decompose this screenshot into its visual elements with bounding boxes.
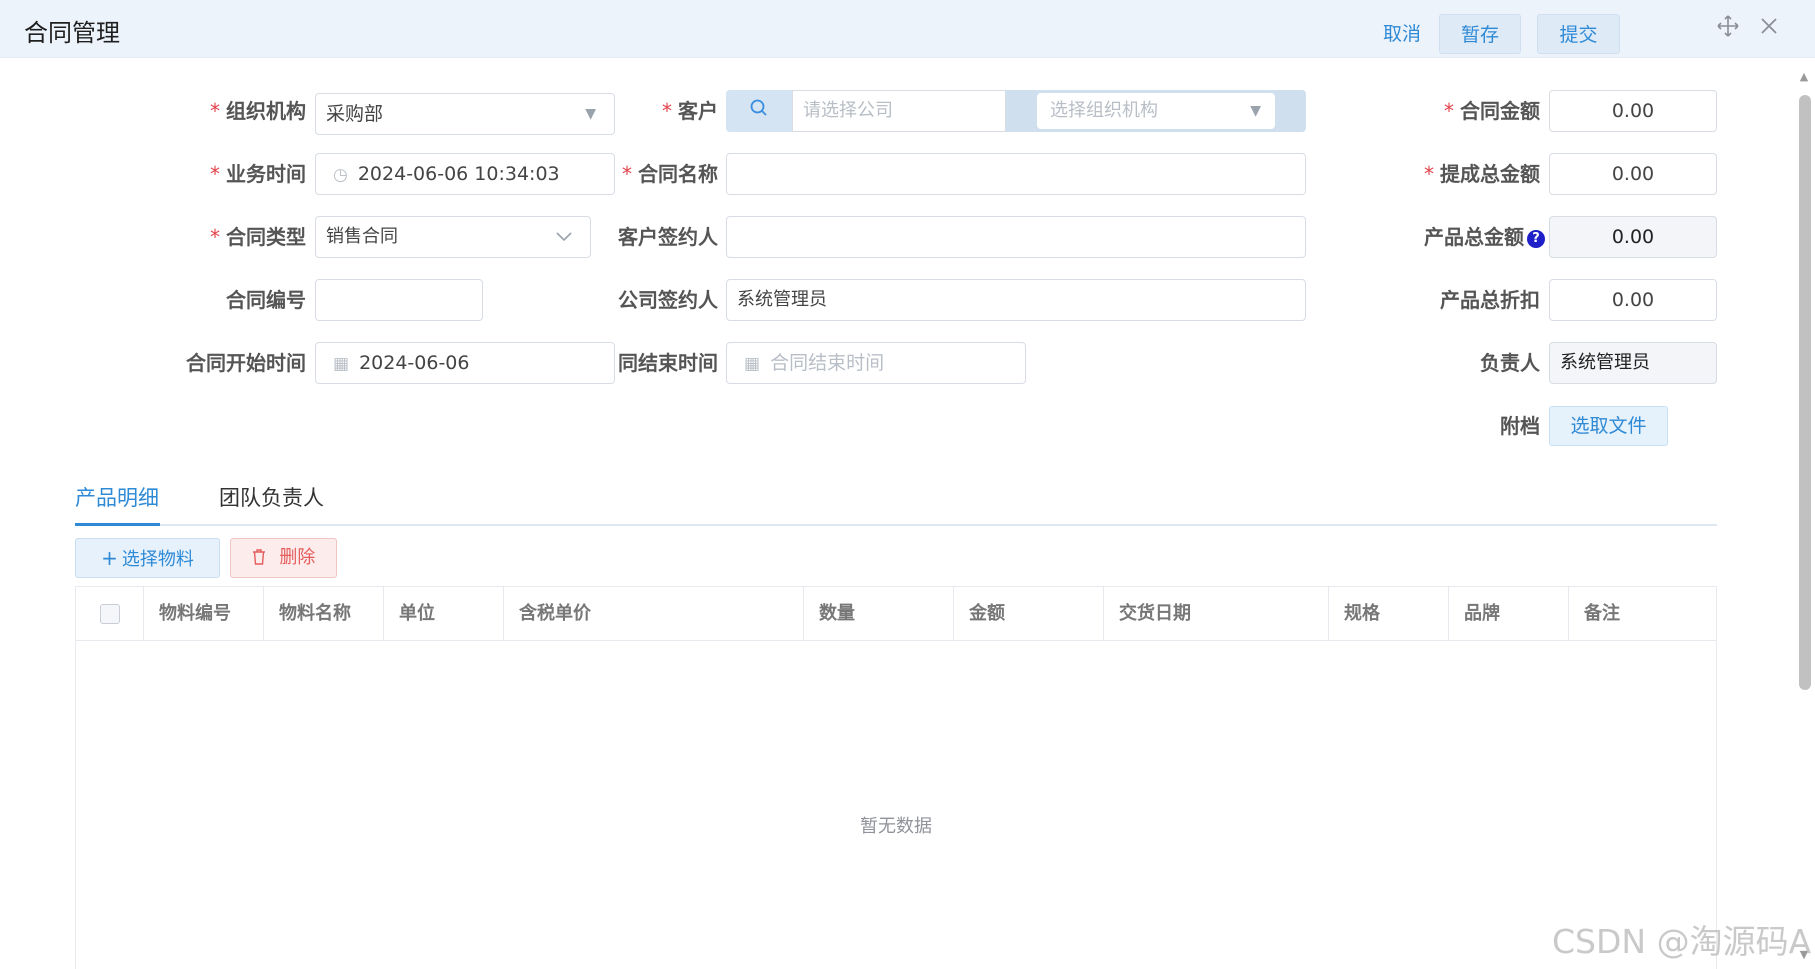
- customer-org-select[interactable]: 选择组织机构 ▼: [1037, 93, 1275, 129]
- contract-amount-label: * 合同金额: [1444, 99, 1540, 123]
- commission-total-label: * 提成总金额: [1424, 162, 1540, 186]
- search-icon[interactable]: [726, 90, 792, 132]
- company-signer-input[interactable]: 系统管理员: [726, 279, 1306, 321]
- caret-down-icon: ▼: [585, 106, 596, 122]
- dialog-header: 合同管理 取消 暂存 提交: [0, 0, 1815, 58]
- customer-signer-input[interactable]: [726, 216, 1306, 258]
- customer-label: * 客户: [662, 99, 718, 123]
- save-draft-button[interactable]: 暂存: [1439, 14, 1521, 54]
- active-tab-indicator: [75, 523, 160, 526]
- end-time-picker[interactable]: ▦ 合同结束时间: [726, 342, 1026, 384]
- contract-amount-input[interactable]: 0.00: [1549, 90, 1717, 132]
- close-icon[interactable]: [1754, 14, 1784, 44]
- contract-type-label: * 合同类型: [210, 225, 306, 249]
- end-time-label: 同结束时间: [618, 351, 718, 375]
- move-icon[interactable]: [1713, 14, 1743, 44]
- product-total-value: 0.00: [1549, 216, 1717, 258]
- scrollbar-thumb[interactable]: [1799, 95, 1811, 690]
- cancel-button[interactable]: 取消: [1372, 14, 1432, 54]
- contract-name-label: * 合同名称: [622, 162, 718, 186]
- product-discount-input[interactable]: 0.00: [1549, 279, 1717, 321]
- tabs-divider: [75, 524, 1717, 526]
- company-input[interactable]: 请选择公司: [792, 90, 1006, 132]
- attachment-label: 附档: [1500, 414, 1540, 438]
- column-header: 物料名称: [263, 587, 383, 641]
- org-label: * 组织机构: [210, 99, 306, 123]
- chevron-down-icon: [556, 217, 572, 257]
- calendar-icon: ▦: [744, 354, 761, 374]
- column-header: 物料编号: [143, 587, 263, 641]
- delete-button[interactable]: 删除: [230, 538, 337, 578]
- caret-down-icon: ▼: [1250, 103, 1261, 119]
- product-discount-label: 产品总折扣: [1440, 288, 1540, 312]
- org-value: 采购部: [326, 103, 384, 125]
- calendar-icon: ▦: [333, 354, 350, 374]
- materials-table: 物料编号 物料名称 单位 含税单价 数量 金额 交货日期 规格 品牌 备注 暂无…: [75, 586, 1717, 969]
- commission-total-input[interactable]: 0.00: [1549, 153, 1717, 195]
- start-time-label: 合同开始时间: [186, 351, 306, 375]
- plus-icon: +: [101, 546, 118, 570]
- tab-team-owner[interactable]: 团队负责人: [219, 482, 324, 524]
- biz-time-label: * 业务时间: [210, 162, 306, 186]
- column-header: 备注: [1568, 587, 1716, 641]
- dialog-title: 合同管理: [24, 19, 120, 47]
- column-header: 数量: [803, 587, 953, 641]
- product-total-label: 产品总金额?: [1380, 216, 1545, 258]
- select-material-button[interactable]: + 选择物料: [75, 538, 220, 578]
- submit-button[interactable]: 提交: [1537, 14, 1620, 54]
- table-header: 物料编号 物料名称 单位 含税单价 数量 金额 交货日期 规格 品牌 备注: [76, 587, 1716, 641]
- contract-type-select[interactable]: 销售合同: [315, 216, 591, 258]
- contract-no-input[interactable]: [315, 279, 483, 321]
- column-header: 交货日期: [1103, 587, 1328, 641]
- customer-signer-label: 客户签约人: [618, 225, 718, 249]
- biz-time-picker[interactable]: ◷ 2024-06-06 10:34:03: [315, 153, 615, 195]
- company-signer-label: 公司签约人: [618, 288, 718, 312]
- org-select[interactable]: 采购部 ▼: [315, 93, 615, 135]
- tab-product-details[interactable]: 产品明细: [75, 482, 159, 524]
- trash-icon: [252, 547, 272, 568]
- select-all-checkbox[interactable]: [100, 604, 120, 624]
- empty-state: 暂无数据: [860, 816, 932, 837]
- choose-file-button[interactable]: 选取文件: [1549, 406, 1668, 446]
- owner-label: 负责人: [1480, 351, 1540, 375]
- start-time-picker[interactable]: ▦ 2024-06-06: [315, 342, 615, 384]
- watermark: CSDN @淘源码A: [1552, 922, 1812, 961]
- contract-no-label: 合同编号: [226, 288, 306, 312]
- help-icon[interactable]: ?: [1527, 230, 1545, 248]
- contract-name-input[interactable]: [726, 153, 1306, 195]
- column-header: 品牌: [1448, 587, 1568, 641]
- column-header: 单位: [383, 587, 503, 641]
- clock-icon: ◷: [333, 165, 348, 185]
- column-header: 规格: [1328, 587, 1448, 641]
- column-header: 金额: [953, 587, 1103, 641]
- scroll-up-icon[interactable]: ▲: [1797, 70, 1811, 83]
- owner-value: 系统管理员: [1549, 342, 1717, 384]
- customer-picker: 请选择公司 选择组织机构 ▼: [726, 90, 1306, 132]
- column-header: 含税单价: [503, 587, 803, 641]
